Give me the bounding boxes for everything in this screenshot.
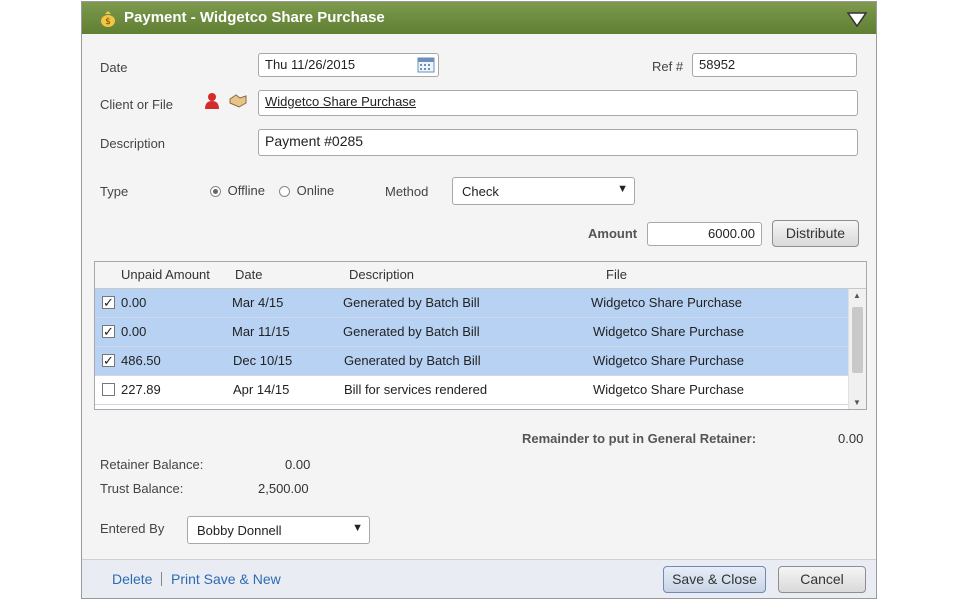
dialog-footer: Delete Print Save & New Save & Close Can… xyxy=(82,559,876,598)
amount-field[interactable]: 6000.00 xyxy=(647,222,762,246)
svg-text:$: $ xyxy=(105,17,111,27)
retainer-balance-label: Retainer Balance: xyxy=(100,457,204,472)
distribute-button[interactable]: Distribute xyxy=(772,220,859,247)
type-online-label: Online xyxy=(296,183,335,198)
dropdown-arrow-icon[interactable]: ▼ xyxy=(352,522,363,534)
row-file: Widgetco Share Purchase xyxy=(593,382,745,397)
table-row[interactable]: 227.89 Apr 14/15 Bill for services rende… xyxy=(95,376,849,405)
triangle-down-icon[interactable] xyxy=(846,10,868,28)
column-header-unpaid-amount[interactable]: Unpaid Amount xyxy=(121,267,210,282)
calendar-icon[interactable] xyxy=(417,57,435,73)
column-header-file[interactable]: File xyxy=(606,267,627,282)
column-header-description[interactable]: Description xyxy=(349,267,414,282)
column-header-date[interactable]: Date xyxy=(235,267,262,282)
row-checkbox[interactable]: ✓ xyxy=(102,354,115,367)
amount-value: 6000.00 xyxy=(708,226,755,241)
row-amount: 486.50 xyxy=(121,353,161,368)
entered-by-select[interactable]: Bobby Donnell ▼ xyxy=(187,516,370,544)
client-field[interactable]: Widgetco Share Purchase xyxy=(258,90,858,116)
amount-label: Amount xyxy=(588,226,638,241)
table-header: Unpaid Amount Date Description File xyxy=(95,262,866,289)
row-description: Bill for services rendered xyxy=(344,382,488,397)
table-row[interactable]: ✓ 486.50 Dec 10/15 Generated by Batch Bi… xyxy=(95,347,849,376)
type-online-radio[interactable]: Online xyxy=(279,183,334,198)
unpaid-bills-table: Unpaid Amount Date Description File ✓ 0.… xyxy=(94,261,867,410)
type-offline-radio[interactable]: Offline xyxy=(210,183,265,198)
row-file: Widgetco Share Purchase xyxy=(593,353,745,368)
trust-balance-label: Trust Balance: xyxy=(100,481,184,496)
scrollbar-thumb[interactable] xyxy=(852,307,863,373)
ref-field[interactable]: 58952 xyxy=(692,53,857,77)
type-label: Type xyxy=(100,184,129,199)
title-bar: $ Payment - Widgetco Share Purchase xyxy=(82,2,876,34)
row-date: Mar 11/15 xyxy=(232,324,290,339)
table-scrollbar[interactable]: ▲ ▼ xyxy=(848,289,866,409)
client-label: Client or File xyxy=(100,97,173,112)
row-date: Mar 4/15 xyxy=(232,295,284,310)
radio-icon[interactable] xyxy=(279,186,290,198)
trust-balance-value: 2,500.00 xyxy=(258,481,309,496)
remainder-label: Remainder to put in General Retainer: xyxy=(522,431,757,446)
save-close-button[interactable]: Save & Close xyxy=(663,566,766,593)
scroll-up-icon[interactable]: ▲ xyxy=(853,291,861,300)
client-icon[interactable] xyxy=(204,92,220,110)
row-description: Generated by Batch Bill xyxy=(344,353,481,368)
row-checkbox[interactable] xyxy=(102,383,115,396)
method-value: Check xyxy=(462,184,499,199)
delete-link[interactable]: Delete xyxy=(112,571,152,587)
client-value[interactable]: Widgetco Share Purchase xyxy=(265,94,416,109)
row-date: Apr 14/15 xyxy=(233,382,290,397)
dialog-title: Payment - Widgetco Share Purchase xyxy=(124,9,385,26)
remainder-value: 0.00 xyxy=(838,431,864,446)
row-amount: 227.89 xyxy=(121,382,161,397)
row-checkbox[interactable]: ✓ xyxy=(102,296,115,309)
entered-by-label: Entered By xyxy=(100,521,165,536)
entered-by-value: Bobby Donnell xyxy=(197,523,282,538)
date-value: Thu 11/26/2015 xyxy=(265,57,356,72)
ref-label: Ref # xyxy=(652,59,684,74)
money-bag-icon: $ xyxy=(101,11,115,27)
cancel-button[interactable]: Cancel xyxy=(778,566,866,593)
ref-value: 58952 xyxy=(699,57,736,72)
row-file: Widgetco Share Purchase xyxy=(591,295,743,310)
description-field[interactable]: Payment #0285 xyxy=(258,129,858,156)
date-field[interactable]: Thu 11/26/2015 xyxy=(258,53,439,77)
row-file: Widgetco Share Purchase xyxy=(593,324,745,339)
description-value: Payment #0285 xyxy=(265,133,364,149)
print-save-new-link[interactable]: Print Save & New xyxy=(171,571,281,587)
table-row[interactable]: ✓ 0.00 Mar 11/15 Generated by Batch Bill… xyxy=(95,318,849,347)
date-label: Date xyxy=(100,60,128,75)
row-amount: 0.00 xyxy=(121,295,147,310)
method-label: Method xyxy=(385,184,429,199)
row-description: Generated by Batch Bill xyxy=(343,295,480,310)
table-row[interactable]: ✓ 0.00 Mar 4/15 Generated by Batch Bill … xyxy=(95,289,849,318)
scroll-down-icon[interactable]: ▼ xyxy=(853,398,861,407)
row-date: Dec 10/15 xyxy=(233,353,293,368)
row-checkbox[interactable]: ✓ xyxy=(102,325,115,338)
payment-dialog: $ Payment - Widgetco Share Purchase Date… xyxy=(81,1,877,599)
row-description: Generated by Batch Bill xyxy=(343,324,480,339)
method-select[interactable]: Check ▼ xyxy=(452,177,635,205)
handshake-icon[interactable] xyxy=(228,93,248,109)
row-amount: 0.00 xyxy=(121,324,147,339)
description-label: Description xyxy=(100,136,166,151)
type-offline-label: Offline xyxy=(227,183,265,198)
radio-icon[interactable] xyxy=(210,186,221,198)
retainer-balance-value: 0.00 xyxy=(285,457,311,472)
dropdown-arrow-icon[interactable]: ▼ xyxy=(617,183,628,195)
footer-separator xyxy=(161,572,162,586)
